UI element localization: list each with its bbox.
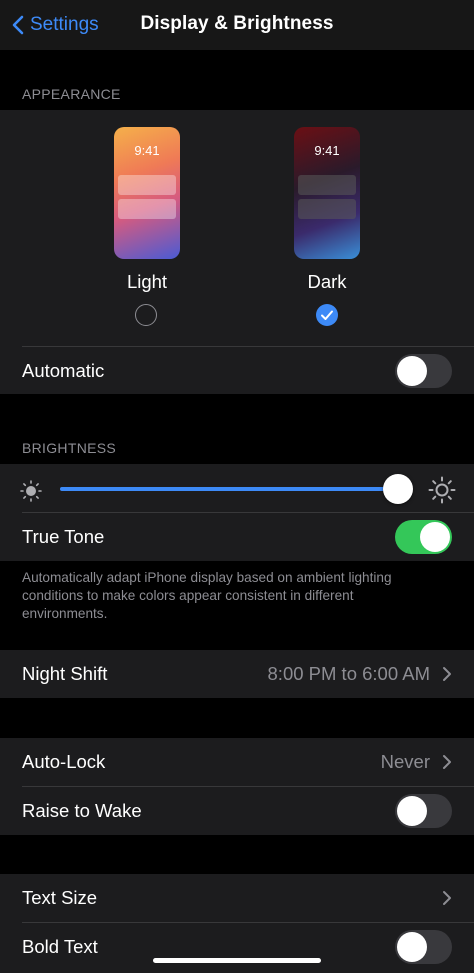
night-shift-label: Night Shift [22, 663, 108, 684]
light-mode-radio[interactable] [135, 304, 157, 326]
bold-text-toggle[interactable] [395, 930, 452, 964]
raise-to-wake-toggle[interactable] [395, 794, 452, 828]
lock-group: Auto-Lock Never Raise to Wake [0, 738, 474, 835]
light-mode-label: Light [126, 271, 168, 292]
auto-lock-value: Never [380, 751, 430, 772]
light-preview-time: 9:41 [134, 143, 160, 158]
true-tone-row: True Tone [0, 513, 474, 561]
chevron-right-icon [443, 891, 451, 905]
brightness-group: True Tone [0, 464, 474, 561]
automatic-row: Automatic [0, 347, 474, 395]
text-size-label: Text Size [22, 887, 98, 908]
light-preview-card [118, 175, 176, 195]
night-shift-row[interactable]: Night Shift 8:00 PM to 6:00 AM [0, 650, 474, 698]
text-size-row[interactable]: Text Size [0, 874, 474, 922]
dark-mode-preview[interactable]: 9:41 [294, 127, 360, 259]
bold-text-label: Bold Text [22, 936, 98, 957]
brightness-header: BRIGHTNESS [22, 440, 117, 456]
navigation-bar: Settings Display & Brightness [0, 0, 474, 50]
brightness-slider-thumb[interactable] [383, 474, 413, 504]
auto-lock-label: Auto-Lock [22, 751, 106, 772]
toggle-knob [397, 932, 427, 962]
true-tone-label: True Tone [22, 526, 105, 547]
checkmark-icon [321, 310, 333, 320]
chevron-right-icon [443, 667, 451, 681]
dark-preview-card [298, 199, 356, 219]
toggle-knob [397, 356, 427, 386]
sun-large-icon [428, 476, 456, 504]
dark-mode-radio[interactable] [316, 304, 338, 326]
toggle-knob [397, 796, 427, 826]
toggle-knob [420, 522, 450, 552]
true-tone-toggle[interactable] [395, 520, 452, 554]
automatic-label: Automatic [22, 360, 105, 381]
automatic-toggle[interactable] [395, 354, 452, 388]
night-shift-value: 8:00 PM to 6:00 AM [267, 663, 430, 684]
page-title: Display & Brightness [140, 13, 334, 34]
raise-to-wake-label: Raise to Wake [22, 800, 142, 821]
light-mode-preview[interactable]: 9:41 [114, 127, 180, 259]
chevron-right-icon [443, 755, 451, 769]
true-tone-description: Automatically adapt iPhone display based… [22, 570, 392, 621]
light-preview-card [118, 199, 176, 219]
dark-mode-label: Dark [307, 271, 347, 292]
night-shift-group: Night Shift 8:00 PM to 6:00 AM [0, 650, 474, 698]
raise-to-wake-row: Raise to Wake [0, 787, 474, 835]
dark-preview-card [298, 175, 356, 195]
bold-text-row: Bold Text [0, 923, 474, 971]
appearance-header: APPEARANCE [22, 86, 121, 102]
brightness-slider-track[interactable] [60, 487, 398, 491]
sun-small-icon [20, 480, 42, 502]
auto-lock-row[interactable]: Auto-Lock Never [0, 738, 474, 786]
appearance-group: 9:41 Light 9:41 Dark Automatic [0, 110, 474, 394]
dark-preview-time: 9:41 [314, 143, 340, 158]
home-indicator[interactable] [153, 958, 321, 963]
